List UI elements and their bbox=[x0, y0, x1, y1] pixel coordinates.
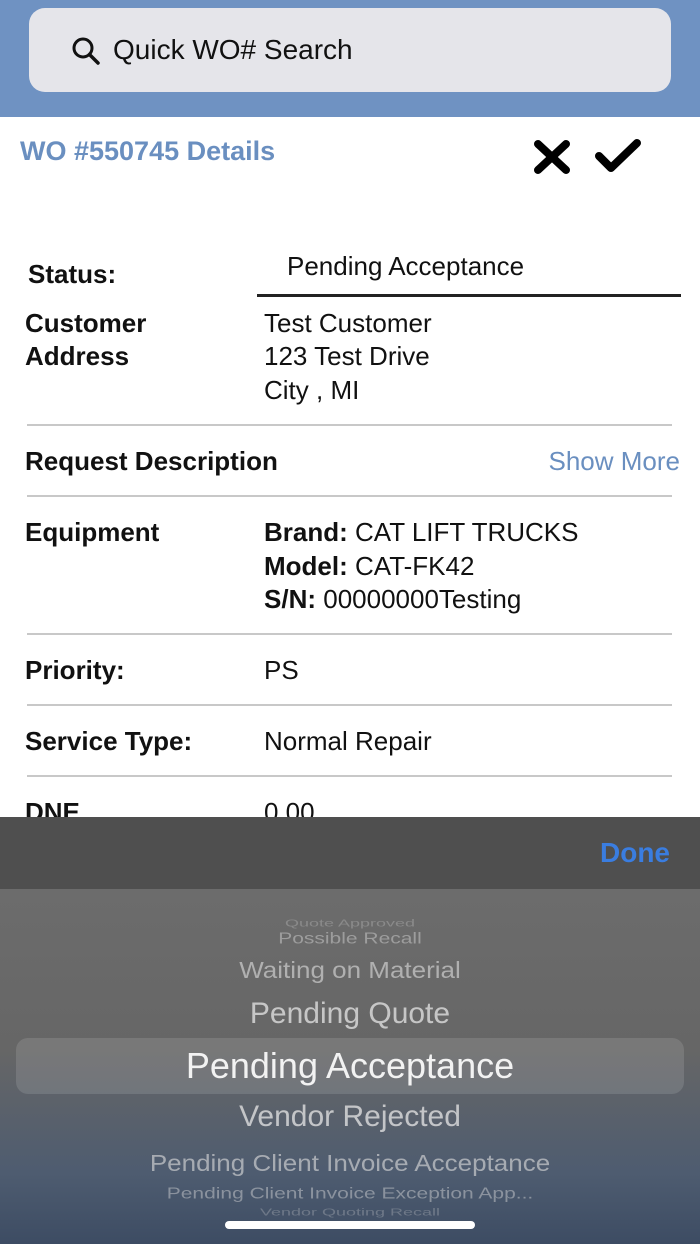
customer-address-label-line2: Address bbox=[25, 341, 130, 371]
model-label: Model: bbox=[264, 551, 348, 581]
picker-option[interactable]: Quote Approved bbox=[0, 918, 700, 930]
picker-option[interactable]: Waiting on Material bbox=[0, 957, 700, 985]
priority-value: PS bbox=[264, 655, 299, 685]
brand-value: CAT LIFT TRUCKS bbox=[355, 517, 579, 547]
show-more-link[interactable]: Show More bbox=[549, 446, 681, 477]
status-underline bbox=[257, 294, 681, 297]
checkmark-icon[interactable] bbox=[594, 138, 642, 174]
service-type-label: Service Type: bbox=[25, 726, 193, 756]
status-picker-wheel[interactable]: Quote Approved Possible Recall Waiting o… bbox=[0, 889, 700, 1244]
picker-option[interactable]: Vendor Quoting Recall bbox=[0, 1207, 700, 1219]
equipment-brand: Brand: CAT LIFT TRUCKS bbox=[264, 516, 578, 549]
sn-label: S/N: bbox=[264, 584, 316, 614]
customer-address-label-line1: Customer bbox=[25, 308, 147, 338]
request-description-label: Request Description bbox=[25, 446, 278, 476]
picker-toolbar: Done bbox=[0, 817, 700, 889]
divider bbox=[27, 633, 672, 635]
customer-street: 123 Test Drive bbox=[264, 341, 430, 371]
picker-option[interactable]: Possible Recall bbox=[0, 930, 700, 948]
service-type-value: Normal Repair bbox=[264, 726, 432, 756]
customer-city: City , MI bbox=[264, 375, 360, 405]
equipment-serial: S/N: 00000000Testing bbox=[264, 583, 521, 616]
close-icon[interactable] bbox=[534, 140, 570, 174]
equipment-model: Model: CAT-FK42 bbox=[264, 550, 474, 583]
picker-option-selected[interactable]: Pending Acceptance bbox=[0, 1045, 700, 1087]
search-icon bbox=[72, 37, 100, 65]
sn-value: 00000000Testing bbox=[323, 584, 522, 614]
brand-label: Brand: bbox=[264, 517, 348, 547]
equipment-label: Equipment bbox=[25, 517, 160, 547]
search-bar[interactable]: Quick WO# Search bbox=[29, 8, 671, 92]
picker-option[interactable]: Vendor Rejected bbox=[0, 1100, 700, 1134]
picker-option[interactable]: Pending Client Invoice Acceptance bbox=[0, 1150, 700, 1178]
divider bbox=[27, 424, 672, 426]
top-bar: Quick WO# Search bbox=[0, 0, 700, 117]
home-indicator[interactable] bbox=[225, 1221, 475, 1229]
picker-option[interactable]: Pending Quote bbox=[0, 997, 700, 1031]
model-value: CAT-FK42 bbox=[355, 551, 475, 581]
picker-option[interactable]: Pending Client Invoice Exception App... bbox=[0, 1185, 700, 1203]
divider bbox=[27, 704, 672, 706]
search-input[interactable]: Quick WO# Search bbox=[113, 8, 353, 92]
customer-name: Test Customer bbox=[264, 308, 432, 338]
status-field[interactable]: Pending Acceptance bbox=[287, 251, 524, 282]
divider bbox=[27, 495, 672, 497]
status-label: Status: bbox=[28, 259, 117, 289]
page-title: WO #550745 Details bbox=[20, 136, 276, 166]
divider bbox=[27, 775, 672, 777]
done-button[interactable]: Done bbox=[600, 817, 670, 889]
priority-label: Priority: bbox=[25, 655, 125, 685]
